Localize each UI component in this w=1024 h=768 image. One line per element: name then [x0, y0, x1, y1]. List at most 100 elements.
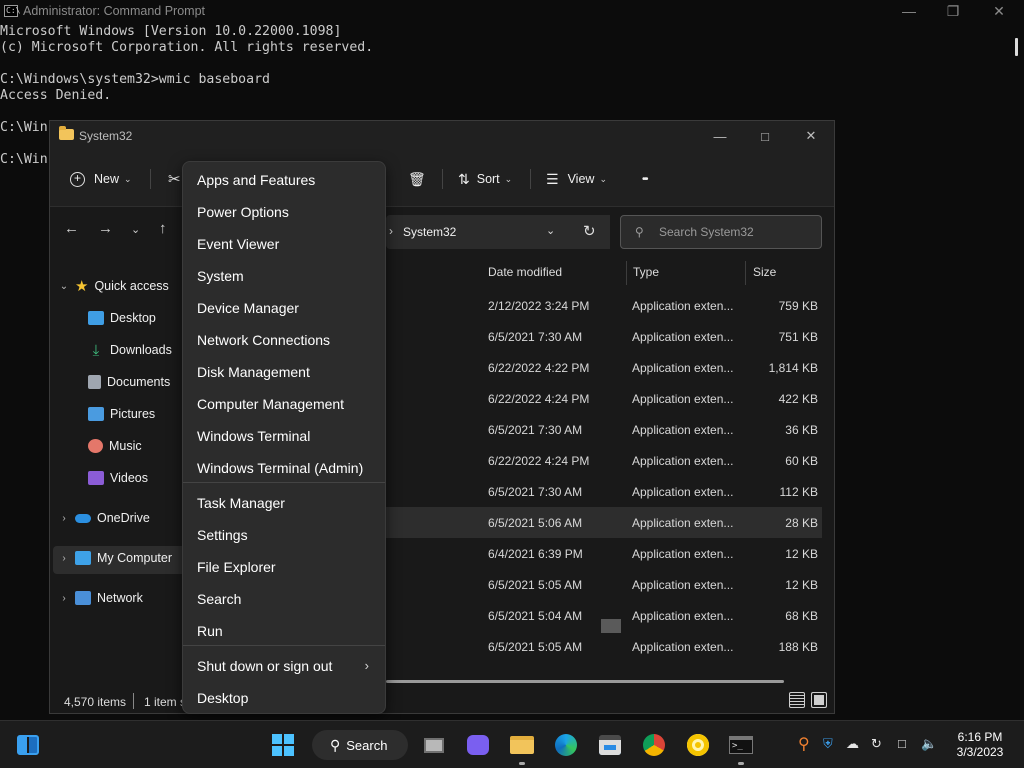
column-header-date[interactable]: Date modified: [488, 265, 562, 279]
chevron-down-icon[interactable]: ⌄: [546, 224, 555, 237]
menu-item-computer-management[interactable]: Computer Management: [183, 389, 385, 419]
widgets-icon[interactable]: [16, 733, 40, 757]
sync-tray-icon[interactable]: ↻: [871, 736, 882, 752]
nav-item-my-computer[interactable]: › My Computer: [57, 547, 172, 569]
toolbar-divider: [442, 169, 443, 189]
menu-item-windows-terminal[interactable]: Windows Terminal: [183, 421, 385, 451]
column-header-type[interactable]: Type: [633, 265, 659, 279]
menu-item-network-connections[interactable]: Network Connections: [183, 325, 385, 355]
edge-icon[interactable]: [554, 733, 578, 757]
more-options-button[interactable]: •••: [642, 168, 648, 190]
search-box[interactable]: ⚲: [620, 215, 822, 249]
delete-button[interactable]: 🗑: [408, 168, 426, 190]
recent-locations-chevron-icon[interactable]: ⌄: [131, 223, 140, 236]
display-tray-icon[interactable]: □: [898, 736, 906, 751]
chevron-down-icon[interactable]: ⌄: [57, 281, 71, 292]
menu-item-label: Network Connections: [197, 332, 331, 348]
chrome-icon[interactable]: [642, 733, 666, 757]
menu-item-disk-management[interactable]: Disk Management: [183, 357, 385, 387]
view-button[interactable]: ☰ View ⌄: [546, 168, 607, 190]
file-date: 6/5/2021 7:30 AM: [488, 330, 583, 344]
nav-item-network[interactable]: › Network: [57, 587, 143, 609]
file-type: Application exten...: [632, 609, 734, 623]
menu-item-label: Event Viewer: [197, 236, 280, 252]
start-icon[interactable]: [271, 733, 295, 757]
back-arrow-icon[interactable]: ←: [64, 220, 79, 237]
chevron-right-icon[interactable]: ›: [57, 553, 71, 564]
cloud-tray-icon[interactable]: ☁: [846, 736, 859, 752]
menu-item-event-viewer[interactable]: Event Viewer: [183, 229, 385, 259]
terminal-icon[interactable]: >_: [729, 733, 753, 757]
menu-item-apps-and-features[interactable]: Apps and Features: [183, 165, 385, 195]
app-icon[interactable]: [686, 733, 710, 757]
file-date: 2/12/2022 3:24 PM: [488, 299, 590, 313]
column-divider[interactable]: [745, 261, 746, 285]
address-bar[interactable]: › System32 ⌄ ↻: [386, 215, 610, 249]
magnifier-tray-icon[interactable]: ⚲: [798, 734, 810, 754]
store-icon[interactable]: [598, 733, 622, 757]
nav-item-documents[interactable]: Documents: [88, 371, 170, 393]
volume-icon[interactable]: 🔈: [921, 736, 937, 752]
menu-item-run[interactable]: Run: [183, 616, 385, 646]
explorer-titlebar[interactable]: System32 — □ ✕: [50, 121, 834, 151]
up-arrow-icon[interactable]: ↑: [159, 220, 167, 237]
sort-button[interactable]: ⇅ Sort ⌄: [458, 168, 512, 190]
network-icon: [75, 591, 91, 605]
menu-item-file-explorer[interactable]: File Explorer: [183, 552, 385, 582]
nav-label: Downloads: [110, 343, 172, 357]
close-icon[interactable]: ✕: [976, 0, 1022, 22]
menu-item-label: Apps and Features: [197, 172, 316, 188]
close-icon[interactable]: ✕: [788, 125, 834, 147]
menu-item-task-manager[interactable]: Task Manager: [183, 488, 385, 518]
taskbar-search-button[interactable]: ⚲ Search: [312, 730, 408, 760]
details-view-icon[interactable]: [789, 692, 805, 708]
maximize-icon[interactable]: □: [742, 125, 788, 147]
nav-label: Desktop: [110, 311, 156, 325]
menu-item-search[interactable]: Search: [183, 584, 385, 614]
new-button[interactable]: + New ⌄: [70, 168, 132, 190]
status-divider: [133, 693, 134, 709]
menu-item-shut-down-or-sign-out[interactable]: Shut down or sign out ›: [183, 651, 385, 681]
maximize-icon[interactable]: ❐: [930, 0, 976, 22]
file-size: 112 KB: [779, 485, 818, 499]
menu-item-windows-terminal-admin[interactable]: Windows Terminal (Admin): [183, 453, 385, 483]
column-divider[interactable]: [626, 261, 627, 285]
file-explorer-icon[interactable]: [510, 733, 534, 757]
menu-item-device-manager[interactable]: Device Manager: [183, 293, 385, 323]
cmd-scrollbar[interactable]: [1015, 38, 1018, 56]
nav-item-downloads[interactable]: ⤓ Downloads: [88, 339, 172, 361]
menu-item-desktop[interactable]: Desktop: [183, 683, 385, 713]
refresh-icon[interactable]: ↻: [583, 222, 596, 240]
task-view-icon[interactable]: [422, 733, 446, 757]
minimize-icon[interactable]: —: [886, 0, 932, 22]
navigation-pane: ⌄ ★ Quick access Desktop ⤓ Downloads Doc…: [50, 256, 190, 676]
clock[interactable]: 6:16 PM 3/3/2023: [940, 730, 1020, 760]
cmd-app-icon: C:\: [4, 5, 21, 17]
file-size: 12 KB: [785, 578, 818, 592]
chevron-right-icon[interactable]: ›: [57, 513, 71, 524]
cmd-titlebar[interactable]: C:\ Administrator: Command Prompt — ❐ ✕: [0, 0, 1024, 22]
menu-item-power-options[interactable]: Power Options: [183, 197, 385, 227]
nav-item-onedrive[interactable]: › OneDrive: [57, 507, 149, 529]
menu-item-system[interactable]: System: [183, 261, 385, 291]
menu-item-label: Search: [197, 591, 242, 607]
nav-item-videos[interactable]: Videos: [88, 467, 148, 489]
nav-item-music[interactable]: Music: [88, 435, 142, 457]
search-input[interactable]: [659, 223, 809, 241]
nav-item-quick-access[interactable]: ⌄ ★ Quick access: [57, 275, 169, 297]
cmd-line: [0, 104, 373, 120]
large-icons-view-icon[interactable]: [811, 692, 827, 708]
minimize-icon[interactable]: —: [697, 125, 743, 147]
chevron-right-icon[interactable]: ›: [57, 593, 71, 604]
cut-button[interactable]: ✂: [168, 168, 181, 190]
forward-arrow-icon[interactable]: →: [98, 220, 113, 237]
nav-item-pictures[interactable]: Pictures: [88, 403, 155, 425]
teams-chat-icon[interactable]: [466, 733, 490, 757]
nav-item-desktop[interactable]: Desktop: [88, 307, 156, 329]
cmd-line: Microsoft Windows [Version 10.0.22000.10…: [0, 24, 342, 39]
column-header-size[interactable]: Size: [753, 265, 776, 279]
menu-item-label: Computer Management: [197, 396, 345, 412]
security-tray-icon[interactable]: ⛨: [823, 736, 833, 752]
menu-item-settings[interactable]: Settings: [183, 520, 385, 550]
horizontal-scrollbar[interactable]: [386, 680, 784, 683]
